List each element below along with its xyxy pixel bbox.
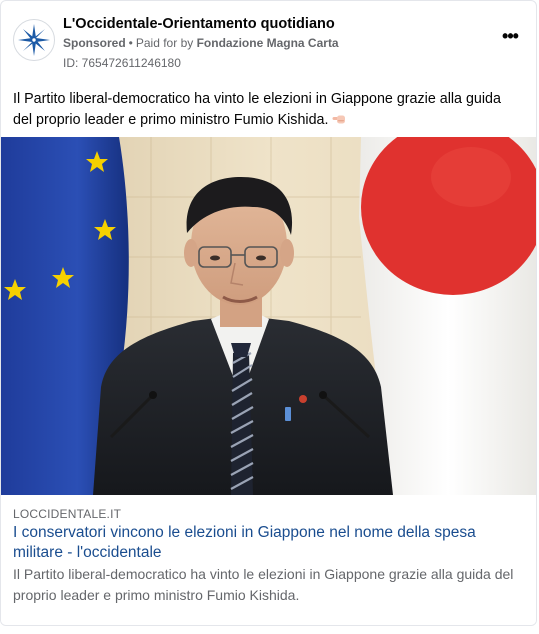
post-body: Il Partito liberal-democratico ha vinto … [13, 91, 501, 128]
link-domain: LOCCIDENTALE.IT [13, 507, 122, 521]
ad-id: ID: 765472611246180 [63, 56, 181, 70]
paid-for-by[interactable]: Fondazione Magna Carta [197, 36, 339, 50]
ad-header: L'Occidentale-Orientamento quotidiano Sp… [13, 11, 524, 71]
link-description: Il Partito liberal-democratico ha vinto … [13, 566, 514, 603]
page-avatar[interactable] [13, 19, 55, 61]
more-options-button[interactable]: ••• [496, 26, 524, 51]
ad-image[interactable] [1, 137, 536, 495]
separator-dot: • [128, 36, 133, 50]
ellipsis-icon: ••• [502, 26, 519, 46]
compass-rose-icon [18, 24, 50, 56]
link-headline[interactable]: I conservatori vincono le elezioni in Gi… [13, 523, 523, 563]
ad-card: L'Occidentale-Orientamento quotidiano Sp… [0, 0, 537, 626]
backhand-index-pointing-left-icon [332, 115, 346, 124]
paid-for-prefix: Paid for by [135, 36, 194, 50]
kishida-press-photo [1, 137, 536, 495]
link-preview[interactable]: LOCCIDENTALE.IT I conservatori vincono l… [1, 495, 536, 625]
sponsor-line: Sponsored • Paid for by Fondazione Magna C… [63, 36, 339, 50]
post-text: Il Partito liberal-democratico ha vinto … [13, 89, 523, 131]
page-name[interactable]: L'Occidentale-Orientamento quotidiano [63, 16, 335, 32]
sponsored-label: Sponsored [63, 36, 126, 50]
